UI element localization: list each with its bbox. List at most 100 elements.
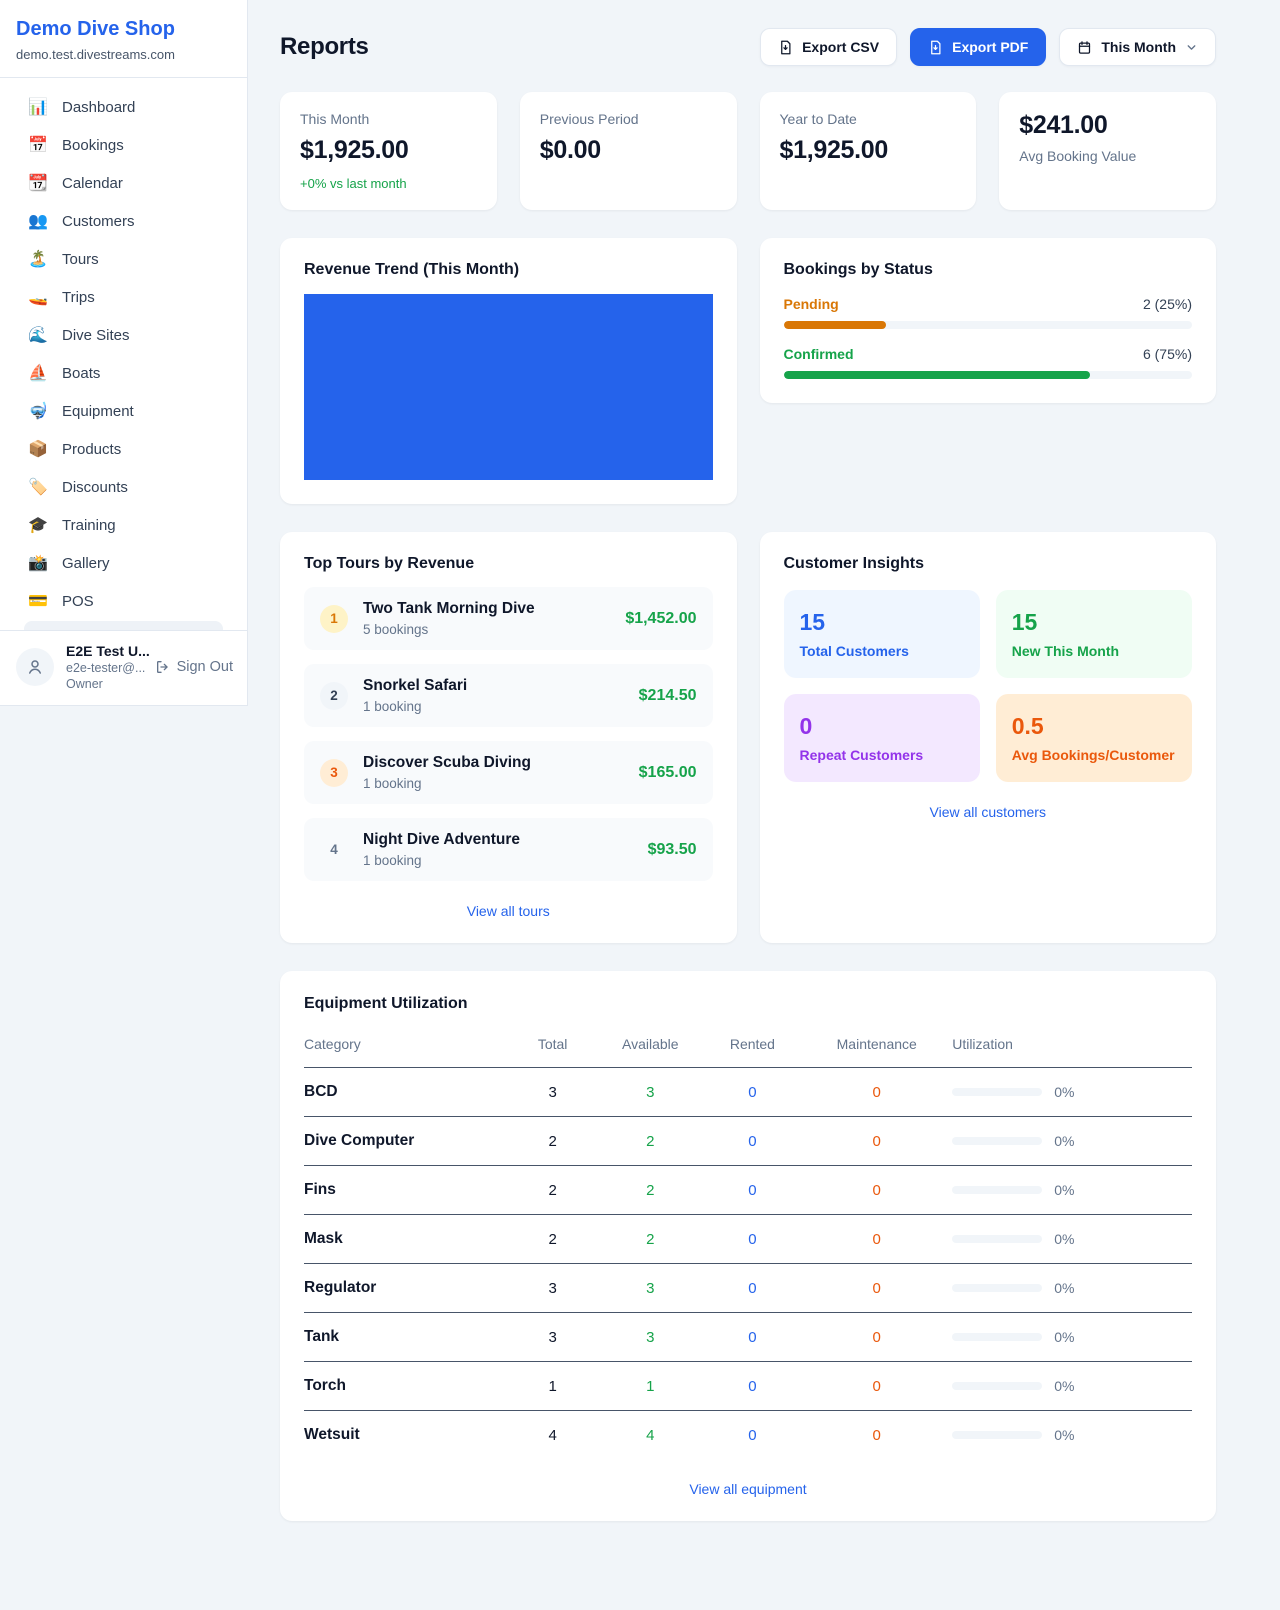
sidebar-header: Demo Dive Shop demo.test.divestreams.com <box>0 0 247 78</box>
utilization-bar <box>952 1137 1042 1145</box>
status-bar-track <box>784 321 1193 329</box>
person-icon <box>26 658 44 676</box>
view-all-equipment-link[interactable]: View all equipment <box>304 1481 1192 1497</box>
table-row: Torch 1 1 0 0 0% <box>304 1362 1192 1411</box>
cell-available: 2 <box>597 1166 704 1215</box>
status-label: Pending <box>784 296 839 312</box>
utilization-bar <box>952 1235 1042 1243</box>
view-all-tours-link[interactable]: View all tours <box>304 903 713 919</box>
stat-label: This Month <box>300 111 477 127</box>
cell-available: 4 <box>597 1411 704 1460</box>
customer-insights-title: Customer Insights <box>784 555 1193 573</box>
cell-total: 2 <box>508 1166 597 1215</box>
cell-maintenance: 0 <box>801 1166 952 1215</box>
stat-delta: +0% vs last month <box>300 176 477 191</box>
header-actions: Export CSV Export PDF This Month <box>760 28 1216 66</box>
bookings-by-status-card: Bookings by Status Pending 2 (25%) Confi… <box>760 238 1217 403</box>
sidebar: Demo Dive Shop demo.test.divestreams.com… <box>0 0 248 706</box>
utilization-bar <box>952 1284 1042 1292</box>
stat-card-this-month: This Month $1,925.00 +0% vs last month <box>280 92 497 210</box>
tile-label: Avg Bookings/Customer <box>1012 747 1176 763</box>
user-name: E2E Test U... <box>66 643 143 659</box>
island-icon: 🏝️ <box>28 249 48 269</box>
sidebar-item-label: Dive Sites <box>62 327 130 344</box>
sign-out-button[interactable]: Sign Out <box>155 659 233 675</box>
sidebar-item-label: Dashboard <box>62 99 135 116</box>
tile-total-customers: 15 Total Customers <box>784 590 980 678</box>
cell-rented: 0 <box>704 1313 802 1362</box>
sidebar-item-pos[interactable]: 💳 POS <box>12 582 235 620</box>
top-tours-title: Top Tours by Revenue <box>304 555 713 573</box>
user-email: e2e-tester@... <box>66 661 143 675</box>
sidebar-item-training[interactable]: 🎓 Training <box>12 506 235 544</box>
tour-bookings: 5 bookings <box>363 622 535 637</box>
sidebar-item-calendar[interactable]: 📆 Calendar <box>12 164 235 202</box>
cell-maintenance: 0 <box>801 1362 952 1411</box>
cell-total: 2 <box>508 1117 597 1166</box>
sidebar-item-dashboard[interactable]: 📊 Dashboard <box>12 88 235 126</box>
period-dropdown[interactable]: This Month <box>1059 28 1216 66</box>
sidebar-item-equipment[interactable]: 🤿 Equipment <box>12 392 235 430</box>
tour-row: 2 Snorkel Safari 1 booking $214.50 <box>304 664 713 727</box>
export-pdf-button[interactable]: Export PDF <box>910 28 1046 66</box>
cell-available: 3 <box>597 1264 704 1313</box>
stat-value: $0.00 <box>540 136 717 165</box>
cell-total: 3 <box>508 1313 597 1362</box>
calendar-date-icon: 📅 <box>28 135 48 155</box>
sidebar-item-discounts[interactable]: 🏷️ Discounts <box>12 468 235 506</box>
sidebar-item-boats[interactable]: ⛵ Boats <box>12 354 235 392</box>
sidebar-item-customers[interactable]: 👥 Customers <box>12 202 235 240</box>
sidebar-item-trips[interactable]: 🚤 Trips <box>12 278 235 316</box>
sidebar-item-bookings[interactable]: 📅 Bookings <box>12 126 235 164</box>
cell-category: BCD <box>304 1068 508 1117</box>
cell-maintenance: 0 <box>801 1215 952 1264</box>
column-header-utilization: Utilization <box>952 1026 1192 1068</box>
tour-amount: $1,452.00 <box>625 610 696 628</box>
chevron-down-icon <box>1185 41 1198 54</box>
revenue-trend-title: Revenue Trend (This Month) <box>304 261 713 279</box>
column-header-rented: Rented <box>704 1026 802 1068</box>
cell-category: Tank <box>304 1313 508 1362</box>
sidebar-item-reports-partial[interactable] <box>24 621 223 630</box>
stat-value: $1,925.00 <box>780 136 957 165</box>
tour-amount: $214.50 <box>639 687 697 705</box>
camera-icon: 📸 <box>28 553 48 573</box>
sidebar-item-gallery[interactable]: 📸 Gallery <box>12 544 235 582</box>
sidebar-item-products[interactable]: 📦 Products <box>12 430 235 468</box>
customer-insights-card: Customer Insights 15 Total Customers 15 … <box>760 532 1217 943</box>
sidebar-item-dive-sites[interactable]: 🌊 Dive Sites <box>12 316 235 354</box>
cell-category: Fins <box>304 1166 508 1215</box>
table-row: Fins 2 2 0 0 0% <box>304 1166 1192 1215</box>
cell-rented: 0 <box>704 1068 802 1117</box>
stat-label: Previous Period <box>540 111 717 127</box>
sidebar-item-label: Discounts <box>62 479 128 496</box>
revenue-trend-chart <box>304 294 713 480</box>
sidebar-item-label: Trips <box>62 289 95 306</box>
tile-avg-bookings-customer: 0.5 Avg Bookings/Customer <box>996 694 1192 782</box>
tour-name: Snorkel Safari <box>363 677 467 695</box>
graduation-cap-icon: 🎓 <box>28 515 48 535</box>
utilization-percent: 0% <box>1054 1084 1074 1100</box>
sidebar-item-tours[interactable]: 🏝️ Tours <box>12 240 235 278</box>
utilization-bar <box>952 1382 1042 1390</box>
stat-label: Avg Booking Value <box>1019 148 1196 164</box>
shop-domain: demo.test.divestreams.com <box>16 47 231 62</box>
table-row: Dive Computer 2 2 0 0 0% <box>304 1117 1192 1166</box>
export-csv-button[interactable]: Export CSV <box>760 28 897 66</box>
package-icon: 📦 <box>28 439 48 459</box>
cell-available: 3 <box>597 1313 704 1362</box>
cell-available: 2 <box>597 1215 704 1264</box>
utilization-percent: 0% <box>1054 1182 1074 1198</box>
view-all-customers-link[interactable]: View all customers <box>784 804 1193 820</box>
rank-badge: 3 <box>320 759 348 787</box>
cell-available: 2 <box>597 1117 704 1166</box>
cell-rented: 0 <box>704 1215 802 1264</box>
sidebar-item-label: Equipment <box>62 403 134 420</box>
column-header-maintenance: Maintenance <box>801 1026 952 1068</box>
status-row-pending: Pending 2 (25%) <box>784 296 1193 329</box>
cell-maintenance: 0 <box>801 1264 952 1313</box>
sidebar-nav: 📊 Dashboard 📅 Bookings 📆 Calendar 👥 Cust… <box>0 78 247 630</box>
tile-repeat-customers: 0 Repeat Customers <box>784 694 980 782</box>
tile-new-this-month: 15 New This Month <box>996 590 1192 678</box>
tour-bookings: 1 booking <box>363 776 531 791</box>
